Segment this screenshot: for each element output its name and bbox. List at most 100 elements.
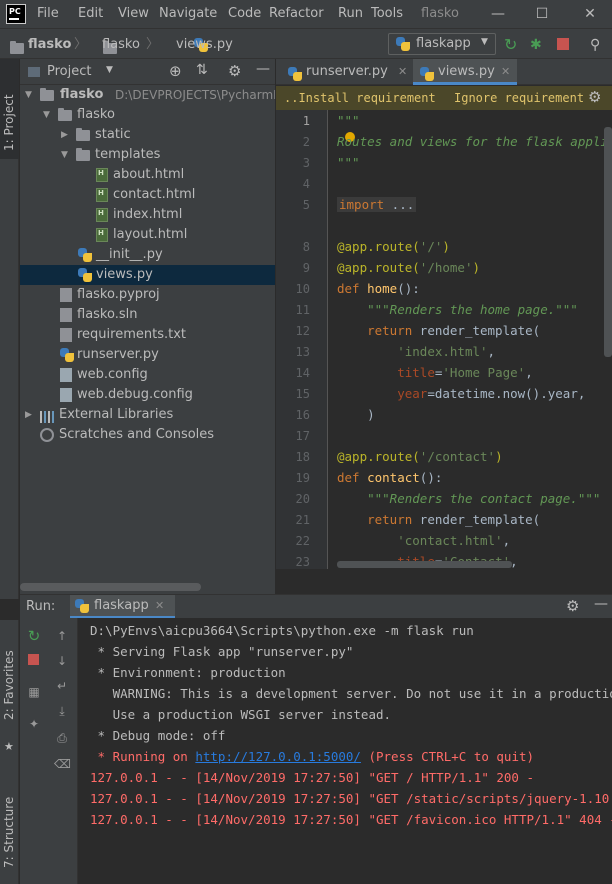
close-tab-icon[interactable]: ✕ [501,59,510,85]
ignore-requirement-link[interactable]: Ignore requirement [454,90,584,106]
tree-item-static[interactable]: ▶ static [20,125,275,145]
breadcrumb-folder[interactable]: flasko [102,36,140,54]
arrow-up-icon[interactable]: ↑ [54,628,70,644]
install-requirement-link[interactable]: ..Install requirement [284,90,436,106]
hide-panel-icon[interactable]: — [594,596,608,612]
breadcrumb-separator: 〉 [146,37,160,52]
menu-run[interactable]: Run [338,5,363,23]
gear-icon[interactable]: ⚙ [566,597,579,615]
scroll-to-end-icon[interactable]: ⤓ [54,703,70,719]
soft-wrap-icon[interactable]: ↵ [54,678,70,694]
code-line: Routes and views for the flask applicati… [337,134,612,149]
rerun-icon[interactable]: ↻ [504,36,522,54]
title-bar: PC File Edit View Navigate Code Refactor… [0,0,612,28]
menu-tools[interactable]: Tools [371,5,403,23]
close-tab-icon[interactable]: ✕ [155,599,164,612]
collapsed-arrow-icon[interactable]: ▶ [25,405,35,425]
tree-item-requirements-txt[interactable]: requirements.txt [20,325,275,345]
run-tab-flaskapp[interactable]: flaskapp ✕ [70,595,175,619]
line-number: 12 [295,324,310,338]
search-icon[interactable]: ⚲ [590,36,608,54]
star-icon: ★ [4,740,14,753]
layout-icon[interactable]: ▦ [26,684,42,700]
tree-item-contact-html[interactable]: contact.html [20,185,275,205]
close-tab-icon[interactable]: ✕ [398,59,407,85]
console-log-line: 127.0.0.1 - - [14/Nov/2019 17:27:50] "GE… [90,791,612,806]
code-editor[interactable]: """ Routes and views for the flask appli… [329,110,612,569]
tree-item-label: contact.html [113,187,196,202]
project-horizontal-scrollbar[interactable] [20,583,201,591]
print-icon[interactable]: ⎙ [54,730,70,746]
tree-item-flasko-sln[interactable]: flasko.sln [20,305,275,325]
expand-arrow-icon[interactable]: ▼ [61,145,71,165]
stop-icon[interactable] [28,654,39,665]
run-tab-label: flaskapp [94,598,149,613]
menu-edit[interactable]: Edit [78,5,103,23]
debug-icon[interactable]: ✱ [530,36,548,54]
run-console-output[interactable]: D:\PyEnvs\aicpu3664\Scripts\python.exe -… [78,618,612,884]
editor-horizontal-scrollbar[interactable] [337,561,512,568]
tab-views-py[interactable]: views.py ✕ [413,59,517,85]
editor-vertical-scrollbar[interactable] [604,127,612,357]
tab-runserver-py[interactable]: runserver.py ✕ [280,59,410,85]
project-tool-tab-label: 1: Project [2,94,16,151]
tree-item-layout-html[interactable]: layout.html [20,225,275,245]
chevron-down-icon: ▼ [481,37,488,47]
line-number: 15 [295,387,310,401]
arrow-down-icon[interactable]: ↓ [54,653,70,669]
tree-item-index-html[interactable]: index.html [20,205,275,225]
tree-item-templates[interactable]: ▼ templates [20,145,275,165]
close-icon[interactable]: ✕ [578,4,602,24]
collapse-all-icon[interactable]: ⇅ [196,62,208,78]
tree-item-flasko-root[interactable]: ▼ flasko D:\DEVPROJECTS\PycharmP [20,85,275,105]
html-file-icon [96,168,108,182]
tree-item-external-libraries[interactable]: ▶ External Libraries [20,405,275,425]
server-url-link[interactable]: http://127.0.0.1:5000/ [195,749,361,764]
line-number: 17 [295,429,310,443]
python-file-icon [288,67,302,81]
tree-item-init-py[interactable]: __init__.py [20,245,275,265]
menu-file[interactable]: File [37,5,59,23]
expand-arrow-icon[interactable]: ▼ [25,85,35,105]
chevron-down-icon[interactable]: ▼ [106,65,113,75]
tree-item-web-debug-config[interactable]: web.debug.config [20,385,275,405]
menu-refactor[interactable]: Refactor [269,5,324,23]
minimize-icon[interactable]: — [486,4,510,24]
project-tool-tab[interactable]: 1: Project [0,59,19,159]
menu-navigate[interactable]: Navigate [159,5,217,23]
code-line: 'contact.html', [397,533,511,548]
folder-icon [76,128,90,141]
favorites-tool-tab[interactable]: 2: Favorites [2,650,16,720]
structure-tool-tab[interactable]: 7: Structure [2,797,16,868]
gear-icon[interactable]: ⚙ [228,62,241,80]
tree-item-scratches[interactable]: Scratches and Consoles [20,425,275,445]
menu-code[interactable]: Code [228,5,261,23]
code-line: """ [337,113,360,128]
tree-item-web-config[interactable]: web.config [20,365,275,385]
pin-icon[interactable]: ✦ [26,716,42,732]
tree-item-about-html[interactable]: about.html [20,165,275,185]
line-number: 9 [302,261,310,275]
collapsed-arrow-icon[interactable]: ▶ [61,125,71,145]
project-view-label[interactable]: Project [47,64,91,80]
breadcrumb-separator: 〉 [74,37,88,52]
hide-panel-icon[interactable]: — [256,61,270,77]
breadcrumb-root[interactable]: flasko [28,36,71,54]
trash-icon[interactable]: ⌫ [54,756,71,772]
tree-item-views-py[interactable]: views.py [20,265,275,285]
code-line: @app.route('/home') [337,260,481,275]
breadcrumb-file[interactable]: views.py [176,36,233,54]
expand-arrow-icon[interactable]: ▼ [43,105,53,125]
maximize-icon[interactable]: ☐ [530,4,554,24]
locate-target-icon[interactable]: ⊕ [169,62,182,80]
tree-item-flasko[interactable]: ▼ flasko [20,105,275,125]
tree-item-flasko-pyproj[interactable]: flasko.pyproj [20,285,275,305]
menu-view[interactable]: View [118,5,149,23]
editor-tab-bar: runserver.py ✕ views.py ✕ [276,59,612,85]
line-number: 20 [295,492,310,506]
tree-item-runserver-py[interactable]: runserver.py [20,345,275,365]
gear-icon[interactable]: ⚙ [588,88,601,106]
stop-icon[interactable] [557,38,569,50]
run-configuration-dropdown[interactable]: flaskapp ▼ [388,33,496,55]
rerun-icon[interactable]: ↻ [26,628,42,644]
